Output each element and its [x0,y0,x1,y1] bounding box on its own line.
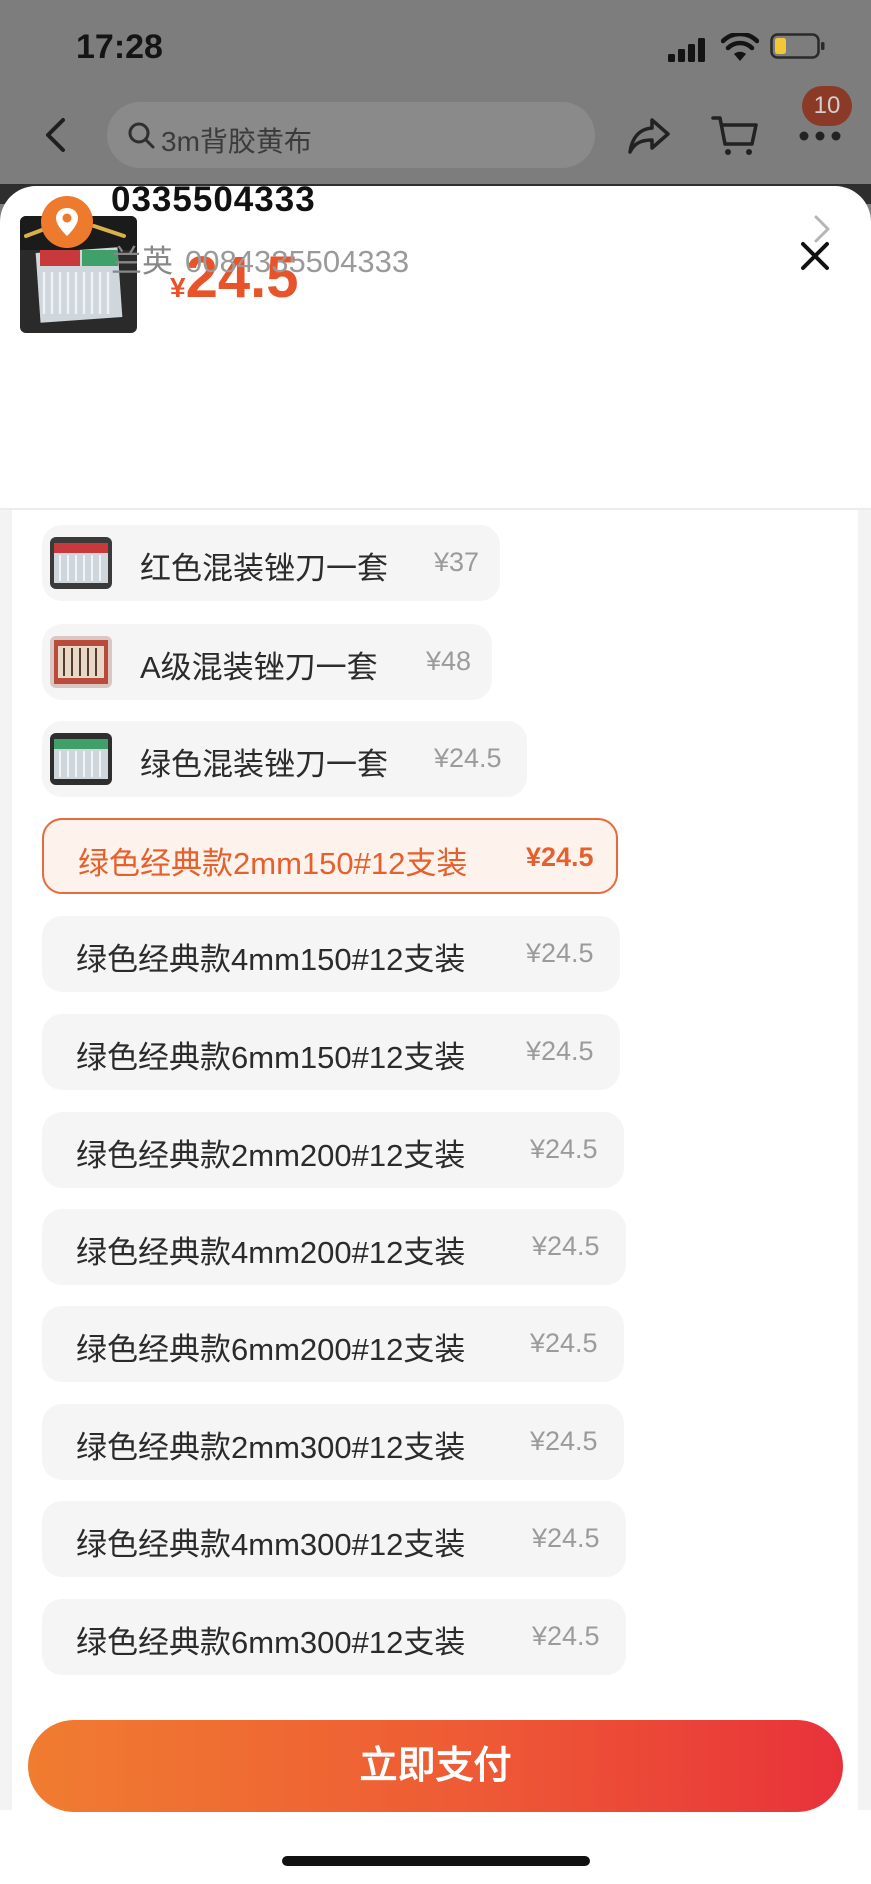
sku-option-label: 绿色混装锉刀一套 [140,747,388,782]
back-icon[interactable] [36,112,76,158]
sku-option-price: ¥24.5 [530,1134,598,1164]
list-edge [858,510,871,1810]
sku-option-price: ¥24.5 [526,1036,594,1066]
sku-option-image [50,733,112,785]
list-edge [0,510,12,1810]
sku-option-price: ¥24.5 [526,842,594,872]
chevron-right-icon[interactable] [812,214,832,244]
sku-option[interactable]: 绿色经典款6mm200#12支装 ¥24.5 [42,1306,624,1382]
sku-option[interactable]: A级混装锉刀一套 ¥48 [42,624,492,700]
sku-option-price: ¥24.5 [532,1621,600,1651]
sku-option-label: 绿色经典款2mm300#12支装 [76,1430,466,1465]
share-icon[interactable] [626,112,672,158]
search-input[interactable]: 3m背胶黄布 [107,102,595,168]
sku-option-label: A级混装锉刀一套 [140,650,378,685]
address-name: 兰英 [111,244,173,279]
sku-option-label: 绿色经典款2mm150#12支装 [78,846,468,881]
status-time: 17:28 [76,28,163,66]
cart-count-badge: 10 [802,86,852,126]
sku-option-label: 绿色经典款4mm200#12支装 [76,1235,466,1270]
search-icon [128,122,155,149]
sku-option[interactable]: 绿色混装锉刀一套 ¥24.5 [42,721,527,797]
sku-option[interactable]: 绿色经典款2mm200#12支装 ¥24.5 [42,1112,624,1188]
sku-option[interactable]: 绿色经典款6mm300#12支装 ¥24.5 [42,1599,626,1675]
sku-option-label: 绿色经典款6mm300#12支装 [76,1625,466,1660]
sku-option-price: ¥48 [426,646,472,676]
sku-option-price: ¥24.5 [532,1523,600,1553]
sku-option[interactable]: 绿色经典款2mm150#12支装 ¥24.5 [42,818,618,894]
sku-option-price: ¥24.5 [530,1426,598,1456]
search-placeholder: 3m背胶黄布 [161,126,312,157]
sku-option-price: ¥24.5 [530,1328,598,1358]
address-number: 0084335504333 [185,244,410,279]
signal-icon [668,38,705,62]
battery-icon [770,33,825,59]
sku-option[interactable]: 绿色经典款4mm300#12支装 ¥24.5 [42,1501,626,1577]
sku-option-price: ¥24.5 [526,938,594,968]
sku-option-label: 绿色经典款6mm150#12支装 [76,1040,466,1075]
sku-option-label: 绿色经典款4mm300#12支装 [76,1527,466,1562]
address-detail: 兰英 0084335504333 [111,236,409,281]
home-indicator [282,1856,590,1866]
status-bar: 17:28 [0,0,871,100]
cart-icon[interactable] [710,112,760,158]
sku-option[interactable]: 红色混装锉刀一套 ¥37 [42,525,500,601]
address-phone: 0335504333 [111,180,316,219]
sku-option-label: 红色混装锉刀一套 [140,551,388,586]
sku-option-label: 绿色经典款6mm200#12支装 [76,1332,466,1367]
sku-option[interactable]: 绿色经典款4mm150#12支装 ¥24.5 [42,916,620,992]
sku-option-price: ¥24.5 [434,743,502,773]
divider [0,508,871,510]
sku-option[interactable]: 绿色经典款4mm200#12支装 ¥24.5 [42,1209,626,1285]
sku-option[interactable]: 绿色经典款6mm150#12支装 ¥24.5 [42,1014,620,1090]
sku-option-label: 绿色经典款4mm150#12支装 [76,942,466,977]
wifi-icon [721,33,759,61]
pay-now-button[interactable]: 立即支付 [28,1720,843,1812]
location-pin-icon [41,196,93,248]
sku-option[interactable]: 绿色经典款2mm300#12支装 ¥24.5 [42,1404,624,1480]
sku-option-label: 绿色经典款2mm200#12支装 [76,1138,466,1173]
sku-option-price: ¥24.5 [532,1231,600,1261]
sku-option-price: ¥37 [434,547,480,577]
sku-option-image [50,537,112,589]
sku-option-image [50,636,112,688]
